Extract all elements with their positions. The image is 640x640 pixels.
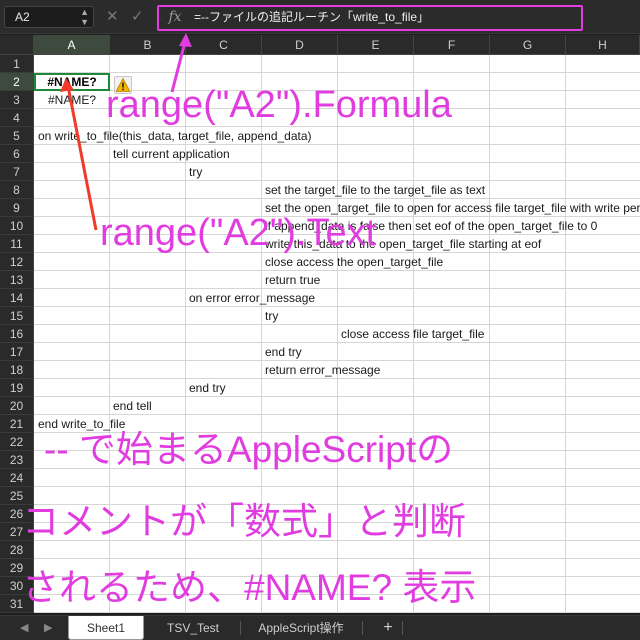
- row-cells[interactable]: end tell: [34, 397, 640, 415]
- row-header[interactable]: 10: [0, 217, 34, 235]
- cell-d15[interactable]: try: [265, 307, 278, 325]
- sheet-tab-sheet1[interactable]: Sheet1: [68, 616, 144, 640]
- row-14: 14 on error error_message: [0, 289, 640, 307]
- prev-sheet-icon[interactable]: ◀: [20, 620, 28, 636]
- row-20: 20 end tell: [0, 397, 640, 415]
- row-header[interactable]: 12: [0, 253, 34, 271]
- row-header[interactable]: 3: [0, 91, 34, 109]
- row-header[interactable]: 13: [0, 271, 34, 289]
- row-cells[interactable]: end try: [34, 343, 640, 361]
- cell-d8[interactable]: set the target_file to the target_file a…: [265, 181, 485, 199]
- row-header[interactable]: 16: [0, 325, 34, 343]
- cell-b6[interactable]: tell current application: [113, 145, 230, 163]
- col-header-e[interactable]: E: [338, 35, 414, 55]
- row-header[interactable]: 20: [0, 397, 34, 415]
- cell-d18[interactable]: return error_message: [265, 361, 380, 379]
- row-5: 5 on write_to_file(this_data, target_fil…: [0, 127, 640, 145]
- selected-cell-outline: [34, 73, 110, 91]
- annotation-formula-label: range("A2").Formula: [106, 84, 452, 126]
- sheet-tab-tsv-test[interactable]: TSV_Test: [150, 616, 236, 640]
- cell-e16[interactable]: close access file target_file: [341, 325, 484, 343]
- row-cells[interactable]: try: [34, 307, 640, 325]
- tab-separator: [240, 621, 241, 635]
- row-header[interactable]: 2: [0, 73, 34, 91]
- row-8: 8 set the target_file to the target_file…: [0, 181, 640, 199]
- sheet-tab-applescript[interactable]: AppleScript操作: [246, 616, 356, 640]
- row-cells[interactable]: on write_to_file(this_data, target_file,…: [34, 127, 640, 145]
- row-header[interactable]: 23: [0, 451, 34, 469]
- row-cells[interactable]: close access file target_file: [34, 325, 640, 343]
- check-icon[interactable]: ✓: [131, 8, 144, 26]
- cell-d13[interactable]: return true: [265, 271, 320, 289]
- row-17: 17 end try: [0, 343, 640, 361]
- row-12: 12 close access the open_target_file: [0, 253, 640, 271]
- name-box-value: A2: [15, 10, 30, 24]
- row-19: 19 end try: [0, 379, 640, 397]
- row-header[interactable]: 1: [0, 55, 34, 73]
- row-16: 16 close access file target_file: [0, 325, 640, 343]
- row-header[interactable]: 21: [0, 415, 34, 433]
- row-cells[interactable]: return error_message: [34, 361, 640, 379]
- tab-separator: [402, 621, 403, 635]
- row-header[interactable]: 9: [0, 199, 34, 217]
- row-cells[interactable]: tell current application: [34, 145, 640, 163]
- name-box[interactable]: A2 ▲ ▼: [4, 6, 94, 28]
- formula-highlight-box: [157, 5, 583, 31]
- col-header-f[interactable]: F: [414, 35, 490, 55]
- row-18: 18 return error_message: [0, 361, 640, 379]
- row-6: 6 tell current application: [0, 145, 640, 163]
- row-cells[interactable]: set the target_file to the target_file a…: [34, 181, 640, 199]
- cell-c7[interactable]: try: [189, 163, 202, 181]
- row-header[interactable]: 8: [0, 181, 34, 199]
- row-cells[interactable]: [34, 55, 640, 73]
- cell-c14[interactable]: on error error_message: [189, 289, 315, 307]
- row-header[interactable]: 11: [0, 235, 34, 253]
- row-cells[interactable]: end try: [34, 379, 640, 397]
- row-header[interactable]: 7: [0, 163, 34, 181]
- row-header[interactable]: 15: [0, 307, 34, 325]
- next-sheet-icon[interactable]: ▶: [44, 620, 52, 636]
- tab-separator: [362, 621, 363, 635]
- cell-b20[interactable]: end tell: [113, 397, 152, 415]
- annotation-note-line-3: されるため、#NAME? 表示: [22, 567, 477, 608]
- col-header-g[interactable]: G: [490, 35, 566, 55]
- row-1: 1: [0, 55, 640, 73]
- column-headers: A B C D E F G H: [0, 35, 640, 55]
- annotation-note-line-1: -- で始まるAppleScriptの: [44, 429, 454, 470]
- col-header-a[interactable]: A: [34, 35, 110, 55]
- col-header-d[interactable]: D: [262, 35, 338, 55]
- row-15: 15 try: [0, 307, 640, 325]
- row-header[interactable]: 17: [0, 343, 34, 361]
- cancel-icon[interactable]: ✕: [106, 8, 119, 26]
- row-header[interactable]: 22: [0, 433, 34, 451]
- cell-d17[interactable]: end try: [265, 343, 302, 361]
- row-13: 13 return true: [0, 271, 640, 289]
- name-box-dropdown-icon[interactable]: ▲ ▼: [80, 7, 89, 27]
- row-header[interactable]: 14: [0, 289, 34, 307]
- cell-a3[interactable]: #NAME?: [48, 91, 96, 109]
- col-header-c[interactable]: C: [186, 35, 262, 55]
- row-cells[interactable]: return true: [34, 271, 640, 289]
- sheet-tab-bar: ◀ ▶ Sheet1 TSV_Test AppleScript操作 +: [0, 615, 640, 640]
- annotation-text-label: range("A2").Text: [100, 212, 377, 254]
- row-header[interactable]: 19: [0, 379, 34, 397]
- cell-c19[interactable]: end try: [189, 379, 226, 397]
- row-7: 7 try: [0, 163, 640, 181]
- row-header[interactable]: 5: [0, 127, 34, 145]
- row-cells[interactable]: try: [34, 163, 640, 181]
- select-all-corner[interactable]: [0, 35, 34, 55]
- col-header-b[interactable]: B: [110, 35, 186, 55]
- formula-bar: A2 ▲ ▼ ✕ ✓ fx =--ファイルの追記ルーチン「write_to_fil…: [0, 0, 640, 34]
- add-sheet-icon[interactable]: +: [378, 616, 398, 640]
- row-cells[interactable]: on error error_message: [34, 289, 640, 307]
- row-header[interactable]: 4: [0, 109, 34, 127]
- cell-a5[interactable]: on write_to_file(this_data, target_file,…: [38, 127, 312, 145]
- col-header-h[interactable]: H: [566, 35, 640, 55]
- row-header[interactable]: 6: [0, 145, 34, 163]
- row-header[interactable]: 18: [0, 361, 34, 379]
- row-header[interactable]: 24: [0, 469, 34, 487]
- cell-d12[interactable]: close access the open_target_file: [265, 253, 443, 271]
- annotation-note-line-2: コメントが「数式」と判断: [22, 501, 466, 542]
- row-cells[interactable]: close access the open_target_file: [34, 253, 640, 271]
